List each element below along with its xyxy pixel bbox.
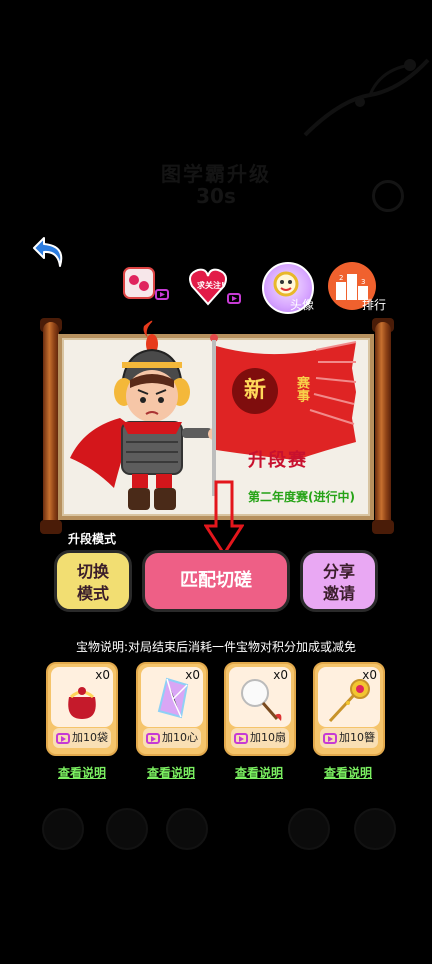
- scroll-rod-left: [43, 322, 59, 532]
- background-bottom-icon: [42, 808, 84, 850]
- item-action-label: 加10袋: [72, 731, 108, 744]
- background-bottom-icon: [166, 808, 208, 850]
- background-branch-decoration: [303, 58, 430, 137]
- down-arrow-icon: [204, 480, 244, 557]
- background-timer: 30s: [196, 184, 236, 208]
- season-status: 第二年度赛(进行中): [248, 490, 355, 504]
- item-info-link[interactable]: 查看说明: [58, 764, 106, 781]
- item-count: x0: [273, 668, 288, 682]
- item-info-link[interactable]: 查看说明: [324, 764, 372, 781]
- item-action-label: 加10簪: [339, 731, 375, 744]
- flag-event-text: 赛事: [294, 376, 309, 402]
- back-arrow-icon[interactable]: [30, 232, 70, 272]
- bag-icon: [68, 687, 96, 719]
- switch-mode-button[interactable]: 切换 模式: [54, 550, 132, 612]
- background-bottom-icon: [354, 808, 396, 850]
- hairpin-icon: [328, 679, 370, 723]
- video-icon: [234, 732, 248, 744]
- share-invite-button[interactable]: 分享 邀请: [300, 550, 378, 612]
- flag-new-badge: 新: [232, 368, 278, 414]
- item-card-heart[interactable]: x0 加10心: [136, 662, 208, 756]
- item-info-link[interactable]: 查看说明: [147, 764, 195, 781]
- item-count: x0: [95, 668, 110, 682]
- video-icon: [146, 732, 160, 744]
- flag-title: 升段赛: [248, 450, 308, 471]
- item-action-label: 加10扇: [250, 731, 286, 744]
- item-card-bag[interactable]: x0 加10袋: [46, 662, 118, 756]
- item-video-button[interactable]: 加10簪: [320, 728, 378, 748]
- scroll-rod-cap: [372, 520, 394, 534]
- background-gear-icon: [372, 180, 404, 212]
- scroll-rod-cap: [40, 520, 62, 534]
- item-video-button[interactable]: 加10袋: [53, 728, 111, 748]
- svg-text:3: 3: [361, 278, 365, 286]
- video-icon: [323, 732, 337, 744]
- scroll-rod-right: [375, 322, 391, 532]
- match-button[interactable]: 匹配切磋: [142, 550, 290, 612]
- heart-text: 求关注!: [197, 281, 225, 290]
- warrior-illustration: [70, 320, 220, 510]
- gift-video-icon[interactable]: [122, 262, 176, 308]
- item-info-link[interactable]: 查看说明: [235, 764, 283, 781]
- treasure-note: 宝物说明:对局结束后消耗一件宝物对积分加成或减免: [75, 640, 357, 654]
- item-video-button[interactable]: 加10扇: [231, 728, 289, 748]
- avatar-label: 头像: [290, 298, 315, 312]
- rank-label: 排行: [362, 298, 387, 312]
- item-count: x0: [362, 668, 377, 682]
- crystal-icon: [157, 677, 189, 719]
- mode-label: 升段模式: [68, 532, 117, 546]
- video-icon: [56, 732, 70, 744]
- svg-text:2: 2: [339, 274, 343, 282]
- item-card-fan[interactable]: x0 加10扇: [224, 662, 296, 756]
- background-title: 图学霸升级: [161, 162, 271, 186]
- background-bottom-icon: [106, 808, 148, 850]
- item-count: x0: [185, 668, 200, 682]
- fan-icon: [241, 679, 282, 721]
- item-action-label: 加10心: [162, 731, 198, 744]
- background-bottom-icon: [288, 808, 330, 850]
- item-card-hairpin[interactable]: x0 加10簪: [313, 662, 385, 756]
- item-video-button[interactable]: 加10心: [143, 728, 201, 748]
